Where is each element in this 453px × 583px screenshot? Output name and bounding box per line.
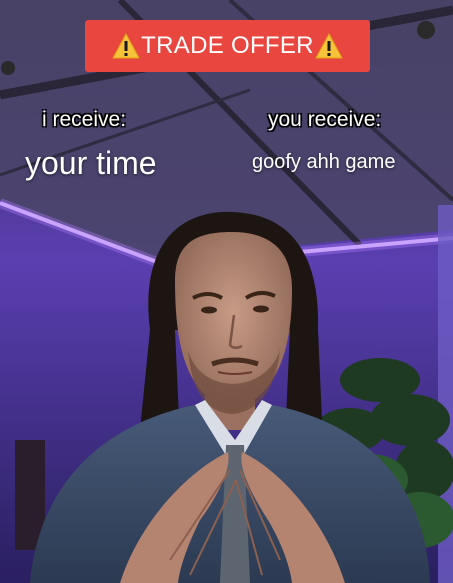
eye xyxy=(201,306,217,314)
eye xyxy=(253,305,269,313)
you-receive-label: you receive: xyxy=(268,108,382,131)
you-receive-value: goofy ahh game xyxy=(252,151,396,173)
warning-icon xyxy=(314,33,343,59)
meme-image: TRADE OFFER i receive: you receive: your… xyxy=(0,0,453,583)
meme-photo-background xyxy=(0,0,453,583)
i-receive-label: i receive: xyxy=(42,108,127,131)
ceiling-lamp xyxy=(1,61,15,75)
i-receive-value: your time xyxy=(25,145,157,181)
trade-offer-banner: TRADE OFFER xyxy=(85,20,370,72)
ceiling-lamp xyxy=(417,21,435,39)
warning-icon xyxy=(112,33,141,59)
trade-offer-title: TRADE OFFER xyxy=(141,32,314,59)
